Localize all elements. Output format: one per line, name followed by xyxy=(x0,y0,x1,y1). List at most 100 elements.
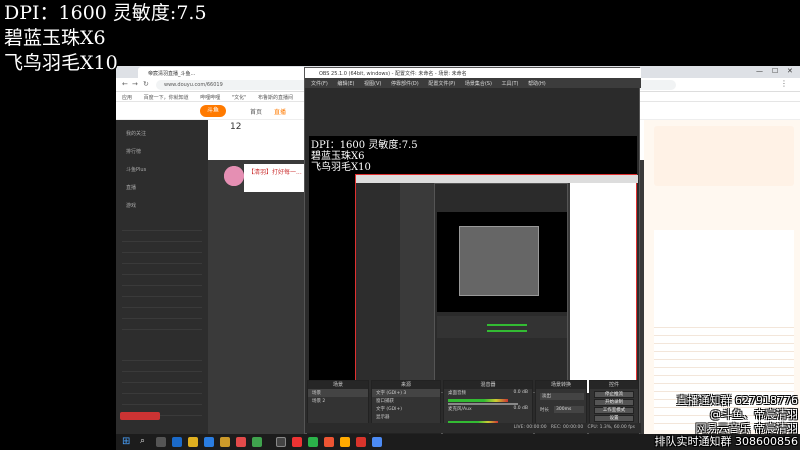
sidebar-item[interactable]: 排行榜 xyxy=(126,148,141,155)
duration-label: 时长 xyxy=(540,408,549,413)
start-recording-button[interactable]: 开始录制 xyxy=(594,399,634,406)
site-sidebar: 我的关注 排行榜 斗鱼Plus 直播 游戏 xyxy=(116,120,208,434)
app-icon[interactable] xyxy=(324,437,334,447)
folder-icon[interactable] xyxy=(188,437,198,447)
scene-item[interactable]: 场景 2 xyxy=(308,397,368,405)
source-item[interactable]: 显示器 xyxy=(372,413,440,421)
menu-profile[interactable]: 配置文件(P) xyxy=(428,81,455,87)
dock-title: 控件 xyxy=(590,381,638,389)
menu-tools[interactable]: 工具(T) xyxy=(502,81,519,87)
bookmark[interactable]: 哔哩哔哩 xyxy=(200,94,220,101)
source-item[interactable]: 文字 (GDI+) 3 xyxy=(372,389,440,397)
app-icon[interactable] xyxy=(356,437,366,447)
chat-messages xyxy=(654,230,794,320)
obs-menu-bar: 文件(F) 编辑(E) 视图(V) 停靠部件(D) 配置文件(P) 场景集合(S… xyxy=(305,78,641,88)
overlay-dpi: DPI：1600 灵敏度:7.5 xyxy=(4,2,207,24)
preview-overlay-line: 碧蓝玉珠X6 xyxy=(311,151,365,162)
overlay-item2: 飞鸟羽毛X10 xyxy=(4,52,118,74)
studio-mode-button[interactable]: 工作室模式 xyxy=(594,407,634,414)
app-icon[interactable] xyxy=(204,437,214,447)
forward-icon[interactable]: → xyxy=(132,80,138,88)
nav-home[interactable]: 首页 xyxy=(250,107,262,116)
avatar[interactable] xyxy=(224,166,244,186)
nested-obs xyxy=(434,183,568,393)
menu-icon[interactable]: ⋮ xyxy=(780,79,788,88)
dock-title: 混音器 xyxy=(444,381,532,389)
promo-badge[interactable] xyxy=(120,412,160,420)
dock-title: 来源 xyxy=(372,381,440,389)
back-icon[interactable]: ← xyxy=(122,80,128,88)
obs-title-bar: OBS 25.1.0 (64bit, windows) - 配置文件: 未命名 … xyxy=(305,68,641,78)
steam-icon[interactable] xyxy=(172,437,182,447)
menu-docks[interactable]: 停靠部件(D) xyxy=(391,81,419,87)
sidebar-item[interactable]: 我的关注 xyxy=(126,130,146,137)
nested-sidebar xyxy=(356,183,400,393)
reload-icon[interactable]: ↻ xyxy=(143,80,149,88)
menu-help[interactable]: 帮助(H) xyxy=(528,81,546,87)
source-item[interactable]: 文字 (GDI+) xyxy=(372,405,440,413)
notify-group-text: 直播通知群 627918776 xyxy=(676,394,798,407)
mixer-value: 0.0 dB xyxy=(513,406,528,411)
volume-slider[interactable] xyxy=(448,403,518,405)
status-cpu: CPU: 1.3%, 60.00 fps xyxy=(587,425,636,430)
settings-button[interactable]: 设置 xyxy=(594,415,634,422)
menu-scene-collection[interactable]: 场景集合(S) xyxy=(465,81,492,87)
nested-meter xyxy=(487,324,527,326)
preview-overlay-line: 飞鸟羽毛X10 xyxy=(311,162,371,173)
bookmark[interactable]: 布鲁斯的直播间 xyxy=(258,94,293,101)
netease-handle-text: 网易云音乐 帝宸清羽 xyxy=(695,422,799,435)
sidebar-item[interactable]: 斗鱼Plus xyxy=(126,166,146,173)
source-item[interactable]: 窗口捕获 xyxy=(372,397,440,405)
mixer-channel: 麦克风/Aux xyxy=(448,407,472,412)
bookmark[interactable]: "文化" xyxy=(232,94,247,101)
dock-title: 场景转换 xyxy=(536,381,586,389)
scene-item[interactable]: 场景 xyxy=(308,389,368,397)
app-icon[interactable] xyxy=(220,437,230,447)
douyu-logo[interactable]: 斗鱼 xyxy=(200,105,226,117)
browser-tab[interactable]: 帝宸清羽直播_斗鱼... xyxy=(138,67,318,78)
duration-input[interactable]: 300ms xyxy=(554,406,584,413)
window-capture-source[interactable] xyxy=(355,174,638,393)
gift-area xyxy=(654,126,794,186)
menu-file[interactable]: 文件(F) xyxy=(311,81,328,87)
nested-docks xyxy=(437,316,567,338)
app-icon[interactable] xyxy=(236,437,246,447)
screen: 帝宸清羽直播_斗鱼... — ☐ ✕ ← → ↻ www.douyu.com/6… xyxy=(0,0,800,450)
taskview-icon[interactable] xyxy=(156,437,166,447)
sidebar-item[interactable]: 直播 xyxy=(126,184,136,191)
nested-meter xyxy=(487,330,527,332)
maximize-icon[interactable]: ☐ xyxy=(772,67,778,75)
overlay-item1: 碧蓝玉珠X6 xyxy=(4,27,106,49)
nested-titlebar xyxy=(356,175,638,183)
follow-count: 12 xyxy=(230,122,242,132)
obs-window: OBS 25.1.0 (64bit, windows) - 配置文件: 未命名 … xyxy=(304,67,641,434)
app-icon[interactable] xyxy=(252,437,262,447)
bookmark[interactable]: 应用 xyxy=(122,94,132,101)
wechat-icon[interactable] xyxy=(308,437,318,447)
netease-music-icon[interactable] xyxy=(292,437,302,447)
obs-taskbar-icon[interactable] xyxy=(276,437,286,447)
bookmark[interactable]: 百度一下，你就知道 xyxy=(144,94,189,101)
mixer-label: 桌面音频 0.0 dB xyxy=(444,389,532,397)
nested-preview xyxy=(437,212,567,312)
audio-meter xyxy=(448,399,508,402)
stop-streaming-button[interactable]: 停止推流 xyxy=(594,391,634,398)
menu-edit[interactable]: 编辑(E) xyxy=(337,81,354,87)
menu-view[interactable]: 视图(V) xyxy=(364,81,381,87)
mixer-channel: 桌面音频 xyxy=(448,391,466,396)
sidebar-item[interactable]: 游戏 xyxy=(126,202,136,209)
dock-title: 场景 xyxy=(308,381,368,389)
search-icon[interactable]: ⌕ xyxy=(140,436,145,446)
category-list xyxy=(122,220,202,340)
start-icon[interactable]: ⊞ xyxy=(122,436,130,447)
douyu-handle-text: @斗鱼、帝宸清羽 xyxy=(710,408,798,421)
nav-live[interactable]: 直播 xyxy=(274,107,286,116)
obs-preview[interactable]: DPI：1600 灵敏度:7.5 碧蓝玉珠X6 飞鸟羽毛X10 xyxy=(309,136,638,393)
minimize-icon[interactable]: — xyxy=(756,67,763,75)
queue-group-text: 排队实时通知群 308600856 xyxy=(654,435,798,448)
chrome-icon[interactable] xyxy=(372,437,382,447)
transition-select[interactable]: 淡出 xyxy=(540,393,584,400)
status-rec: REC: 00:00:00 xyxy=(550,425,584,430)
close-icon[interactable]: ✕ xyxy=(787,67,793,75)
douyu-taskbar-icon[interactable] xyxy=(340,437,350,447)
